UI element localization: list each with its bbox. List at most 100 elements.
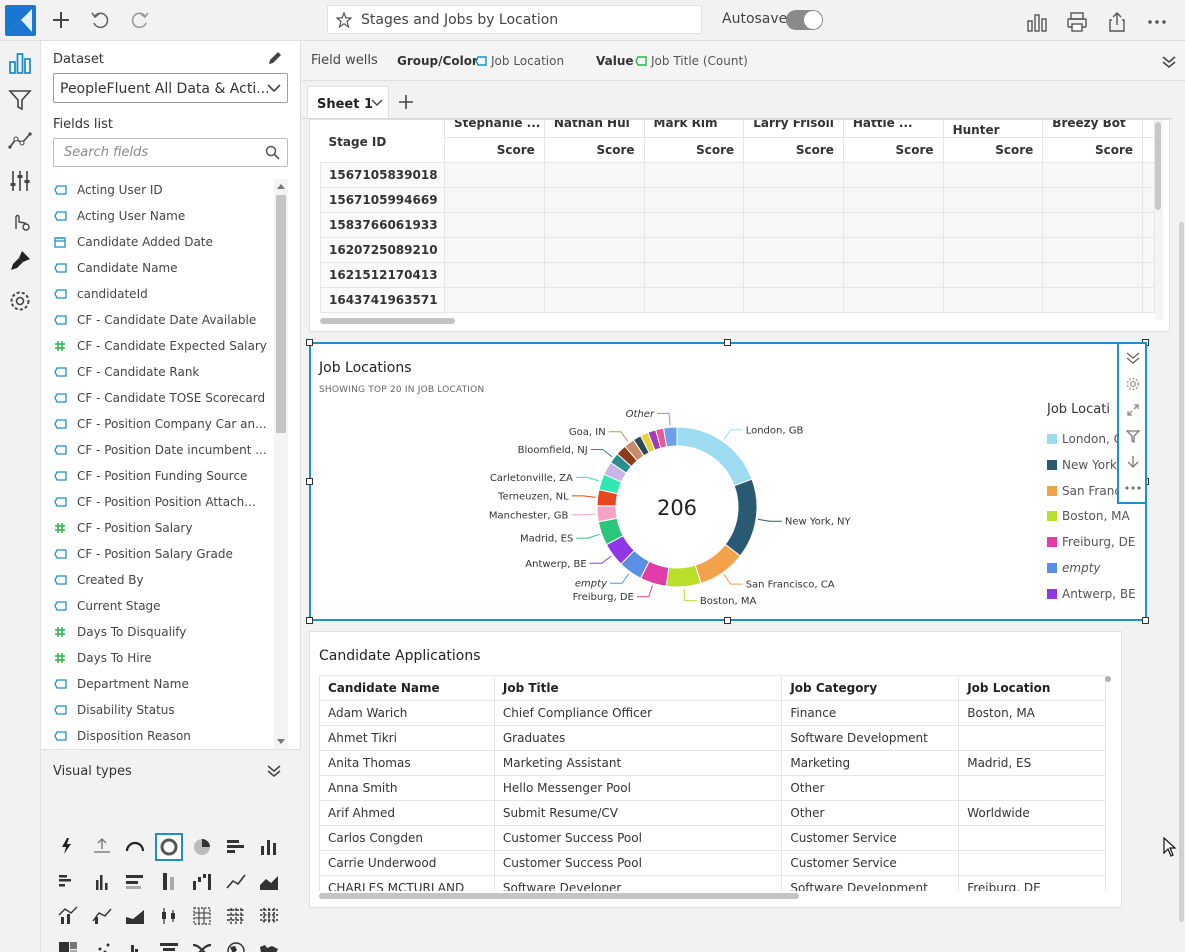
- legend-item[interactable]: Antwerp, BE: [1047, 587, 1137, 601]
- table-row[interactable]: Anita Thomas Marketing Assistant Marketing…: [319, 750, 1106, 776]
- group-color-well[interactable]: Job Location: [475, 52, 564, 70]
- geo-map-icon[interactable]: [255, 937, 283, 952]
- field-item[interactable]: CF - Position Funding Source: [53, 463, 273, 489]
- field-item[interactable]: Department Name: [53, 671, 273, 697]
- quicksight-logo-icon[interactable]: [5, 5, 36, 36]
- column-header[interactable]: Job Location: [958, 675, 1106, 701]
- field-item[interactable]: Created By: [53, 567, 273, 593]
- combo-chart-icon[interactable]: [54, 902, 82, 930]
- histogram-icon[interactable]: [121, 937, 149, 952]
- autograph-bolt-icon[interactable]: [54, 833, 82, 861]
- filter-icon[interactable]: [6, 86, 34, 114]
- canvas-scrollbar[interactable]: [1178, 82, 1185, 952]
- themes-brush-icon[interactable]: [6, 247, 34, 275]
- collapse-visual-icon[interactable]: [1124, 350, 1142, 366]
- table-row[interactable]: Ahmet Tikri Graduates Software Development: [319, 725, 1106, 751]
- pie-chart-icon[interactable]: [188, 833, 216, 861]
- collapse-chevron-icon[interactable]: [265, 764, 283, 778]
- analysis-title-input[interactable]: Stages and Jobs by Location: [327, 5, 702, 34]
- visual-menu-icon[interactable]: [1124, 480, 1142, 496]
- field-item[interactable]: CF - Candidate Expected Salary: [53, 333, 273, 359]
- field-item[interactable]: Candidate Name: [53, 255, 273, 281]
- kpi-icon[interactable]: [88, 833, 116, 861]
- field-item[interactable]: CF - Position Salary Grade: [53, 541, 273, 567]
- settings-gear-icon[interactable]: [6, 287, 34, 315]
- visualize-icon[interactable]: [6, 49, 34, 77]
- gauge-icon[interactable]: [121, 833, 149, 861]
- bar-chart-icon[interactable]: [1025, 10, 1049, 34]
- line-chart-icon[interactable]: [222, 868, 250, 896]
- fields-scrollbar-thumb[interactable]: [276, 195, 286, 433]
- clustered-bar-icon[interactable]: [54, 868, 82, 896]
- waterfall-icon[interactable]: [188, 868, 216, 896]
- dataset-select[interactable]: PeopleFluent All Data & Acti...: [53, 73, 288, 103]
- pivot-table-icon[interactable]: [255, 902, 283, 930]
- area-chart-icon[interactable]: [255, 868, 283, 896]
- donut-slice[interactable]: [665, 564, 702, 588]
- field-item[interactable]: Acting User Name: [53, 203, 273, 229]
- vertical-bar-icon[interactable]: [255, 833, 283, 861]
- undo-icon[interactable]: [89, 9, 111, 31]
- stacked-column-icon[interactable]: [155, 868, 183, 896]
- pivot-horizontal-scrollbar[interactable]: [320, 318, 455, 324]
- field-item[interactable]: candidateId: [53, 281, 273, 307]
- field-item[interactable]: Current Stage: [53, 593, 273, 619]
- expand-field-wells-icon[interactable]: [1160, 55, 1178, 69]
- filled-map-icon[interactable]: [222, 937, 250, 952]
- stacked-bar-icon[interactable]: [121, 868, 149, 896]
- table-row[interactable]: CHARLES MCTURLAND Software Developer Softw…: [319, 875, 1106, 891]
- field-item[interactable]: Disability Status: [53, 697, 273, 723]
- insights-icon[interactable]: [6, 127, 34, 155]
- add-sheet-icon[interactable]: [397, 93, 415, 111]
- field-item[interactable]: CF - Candidate TOSE Scorecard: [53, 385, 273, 411]
- stacked-area-icon[interactable]: [121, 902, 149, 930]
- sankey-icon[interactable]: [188, 937, 216, 952]
- field-item[interactable]: CF - Position Company Car an...: [53, 411, 273, 437]
- more-options-icon[interactable]: [1145, 10, 1169, 34]
- legend-item[interactable]: Freiburg, DE: [1047, 535, 1137, 549]
- format-visual-gear-icon[interactable]: [1124, 376, 1142, 392]
- horizontal-bar-icon[interactable]: [222, 833, 250, 861]
- field-item[interactable]: CF - Candidate Rank: [53, 359, 273, 385]
- table-row[interactable]: Carlos Congden Customer Success Pool Custo…: [319, 825, 1106, 851]
- parameters-icon[interactable]: [6, 167, 34, 195]
- donut-slice[interactable]: [724, 478, 758, 557]
- donut-chart-visual[interactable]: Job Locations SHOWING TOP 20 IN JOB LOCA…: [309, 342, 1147, 621]
- pivot-vertical-scrollbar[interactable]: [1155, 120, 1163, 320]
- add-icon[interactable]: [50, 9, 72, 31]
- field-item[interactable]: Candidate Added Date: [53, 229, 273, 255]
- table-row[interactable]: Carrie Underwood Customer Success Pool Cus…: [319, 850, 1106, 876]
- field-item[interactable]: CF - Candidate Date Available: [53, 307, 273, 333]
- value-well[interactable]: Job Title (Count): [635, 52, 748, 70]
- chevron-down-icon[interactable]: [371, 99, 383, 107]
- autosave-toggle[interactable]: [786, 10, 823, 30]
- donut-slice[interactable]: [694, 543, 741, 584]
- print-icon[interactable]: [1065, 10, 1089, 34]
- column-header[interactable]: Candidate Name: [319, 675, 495, 701]
- field-item[interactable]: CF - Position Salary: [53, 515, 273, 541]
- table-icon[interactable]: [222, 902, 250, 930]
- clustered-column-icon[interactable]: [88, 868, 116, 896]
- box-plot-icon[interactable]: [155, 902, 183, 930]
- share-icon[interactable]: [1105, 10, 1129, 34]
- edit-pencil-icon[interactable]: [265, 48, 285, 68]
- table-row[interactable]: Arif Ahmed Submit Resume/CV Other Worldwide: [319, 800, 1106, 826]
- visual-filter-icon[interactable]: [1124, 428, 1142, 444]
- legend-item[interactable]: empty: [1047, 561, 1137, 575]
- table-vertical-scrollbar[interactable]: [1105, 676, 1111, 682]
- legend-item[interactable]: Boston, MA: [1047, 509, 1137, 523]
- table-row[interactable]: Anna Smith Hello Messenger Pool Other: [319, 775, 1106, 801]
- actions-icon[interactable]: [6, 207, 34, 235]
- field-item[interactable]: CF - Position Position Attach...: [53, 489, 273, 515]
- redo-icon[interactable]: [129, 9, 151, 31]
- donut-slice[interactable]: [676, 426, 753, 487]
- combo-line-icon[interactable]: [88, 902, 116, 930]
- table-horizontal-scrollbar[interactable]: [319, 893, 799, 899]
- column-header[interactable]: Job Category: [781, 675, 960, 701]
- tab-sheet-1[interactable]: Sheet 1: [307, 86, 389, 119]
- funnel-icon[interactable]: [155, 937, 183, 952]
- field-item[interactable]: Disposition Reason: [53, 723, 273, 747]
- expand-visual-icon[interactable]: [1124, 402, 1142, 418]
- field-item[interactable]: Days To Hire: [53, 645, 273, 671]
- star-icon[interactable]: [336, 12, 352, 28]
